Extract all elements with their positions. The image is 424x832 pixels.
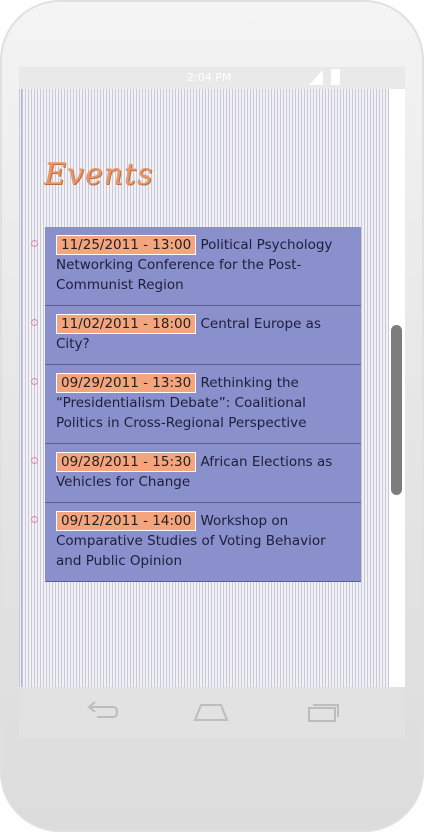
bullet-icon xyxy=(31,378,38,385)
list-item[interactable]: 09/28/2011 - 15:30 African Elections as … xyxy=(31,444,361,503)
page-title: Events xyxy=(44,157,154,192)
status-bar: 2:04 PM xyxy=(19,67,405,89)
page-content[interactable]: Events 11/25/2011 - 13:00 Political Psyc… xyxy=(19,89,405,715)
navigation-bar xyxy=(19,687,405,738)
back-icon[interactable] xyxy=(83,701,119,723)
divider xyxy=(21,89,22,687)
home-icon[interactable] xyxy=(193,701,229,723)
recents-icon[interactable] xyxy=(305,701,341,723)
battery-icon xyxy=(331,69,340,85)
event-date: 09/28/2011 - 15:30 xyxy=(56,452,197,472)
list-item[interactable]: 11/25/2011 - 13:00 Political Psychology … xyxy=(31,227,361,306)
bullet-icon xyxy=(31,319,38,326)
events-list: 11/25/2011 - 13:00 Political Psychology … xyxy=(31,227,361,582)
bullet-icon xyxy=(31,240,38,247)
list-item[interactable]: 09/29/2011 - 13:30 Rethinking the “Presi… xyxy=(31,365,361,444)
event-date: 11/02/2011 - 18:00 xyxy=(56,314,197,334)
screen: 2:04 PM Events 11/25/2011 - 13:00 Politi… xyxy=(19,67,405,738)
event-date: 09/29/2011 - 13:30 xyxy=(56,373,197,393)
bullet-icon xyxy=(31,457,38,464)
signal-icon xyxy=(309,70,323,85)
list-item[interactable]: 09/12/2011 - 14:00 Workshop on Comparati… xyxy=(31,503,361,582)
status-time: 2:04 PM xyxy=(187,71,232,84)
event-date: 11/25/2011 - 13:00 xyxy=(56,235,197,255)
event-date: 09/12/2011 - 14:00 xyxy=(56,511,197,531)
list-item[interactable]: 11/02/2011 - 18:00 Central Europe as Cit… xyxy=(31,306,361,365)
bullet-icon xyxy=(31,516,38,523)
phone-frame: 2:04 PM Events 11/25/2011 - 13:00 Politi… xyxy=(0,0,424,832)
scrollbar-thumb[interactable] xyxy=(391,325,402,495)
